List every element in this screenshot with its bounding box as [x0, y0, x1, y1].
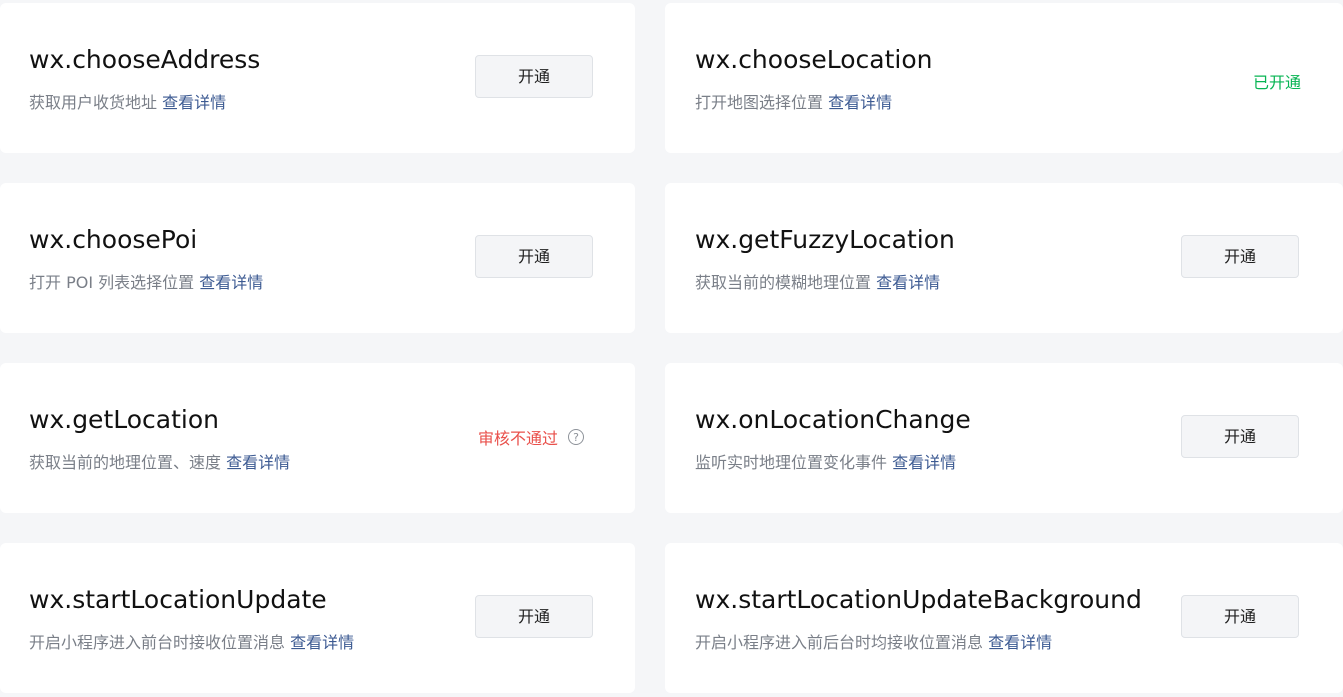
view-details-link[interactable]: 查看详情 [892, 453, 956, 472]
api-description: 开启小程序进入前台时接收位置消息 查看详情 [29, 632, 354, 654]
open-button[interactable]: 开通 [1181, 235, 1299, 278]
api-card-start-location-update: wx.startLocationUpdate 开启小程序进入前台时接收位置消息 … [0, 543, 635, 693]
api-description: 获取当前的模糊地理位置 查看详情 [695, 272, 940, 294]
api-description-text: 监听实时地理位置变化事件 [695, 453, 888, 472]
api-name: wx.chooseLocation [695, 45, 933, 74]
open-button[interactable]: 开通 [475, 235, 593, 278]
api-name: wx.getLocation [29, 405, 219, 434]
open-button[interactable]: 开通 [1181, 595, 1299, 638]
view-details-link[interactable]: 查看详情 [876, 273, 940, 292]
view-details-link[interactable]: 查看详情 [828, 93, 892, 112]
view-details-link[interactable]: 查看详情 [199, 273, 263, 292]
view-details-link[interactable]: 查看详情 [162, 93, 226, 112]
api-description: 开启小程序进入前后台时均接收位置消息 查看详情 [695, 632, 1052, 654]
api-description-text: 获取当前的模糊地理位置 [695, 273, 872, 292]
api-name: wx.startLocationUpdate [29, 585, 327, 614]
api-card-start-location-update-background: wx.startLocationUpdateBackground 开启小程序进入… [665, 543, 1343, 693]
api-card-on-location-change: wx.onLocationChange 监听实时地理位置变化事件 查看详情 开通 [665, 363, 1343, 513]
view-details-link[interactable]: 查看详情 [290, 633, 354, 652]
view-details-link[interactable]: 查看详情 [226, 453, 290, 472]
api-name: wx.chooseAddress [29, 45, 261, 74]
api-description-text: 打开地图选择位置 [695, 93, 824, 112]
api-description: 获取用户收货地址 查看详情 [29, 92, 226, 114]
api-description-text: 打开 POI 列表选择位置 [29, 273, 195, 292]
status-rejected-text: 审核不通过 [478, 429, 559, 448]
view-details-link[interactable]: 查看详情 [988, 633, 1052, 652]
status-rejected: 审核不通过 ? [478, 425, 585, 449]
api-description-text: 获取用户收货地址 [29, 93, 158, 112]
api-card-get-fuzzy-location: wx.getFuzzyLocation 获取当前的模糊地理位置 查看详情 开通 [665, 183, 1343, 333]
api-name: wx.choosePoi [29, 225, 198, 254]
open-button[interactable]: 开通 [1181, 415, 1299, 458]
status-opened: 已开通 [1252, 73, 1301, 92]
api-name: wx.startLocationUpdateBackground [695, 585, 1142, 614]
api-description: 打开 POI 列表选择位置 查看详情 [29, 272, 263, 294]
open-button[interactable]: 开通 [475, 55, 593, 98]
api-card-choose-address: wx.chooseAddress 获取用户收货地址 查看详情 开通 [0, 3, 635, 153]
help-icon[interactable]: ? [568, 429, 585, 445]
api-card-choose-location: wx.chooseLocation 打开地图选择位置 查看详情 已开通 [665, 3, 1343, 153]
api-description: 监听实时地理位置变化事件 查看详情 [695, 452, 956, 474]
api-name: wx.onLocationChange [695, 405, 971, 434]
open-button[interactable]: 开通 [475, 595, 593, 638]
api-description-text: 开启小程序进入前后台时均接收位置消息 [695, 633, 984, 652]
api-description: 打开地图选择位置 查看详情 [695, 92, 892, 114]
api-description-text: 开启小程序进入前台时接收位置消息 [29, 633, 286, 652]
api-name: wx.getFuzzyLocation [695, 225, 955, 254]
api-card-choose-poi: wx.choosePoi 打开 POI 列表选择位置 查看详情 开通 [0, 183, 635, 333]
api-description-text: 获取当前的地理位置、速度 [29, 453, 222, 472]
api-description: 获取当前的地理位置、速度 查看详情 [29, 452, 290, 474]
